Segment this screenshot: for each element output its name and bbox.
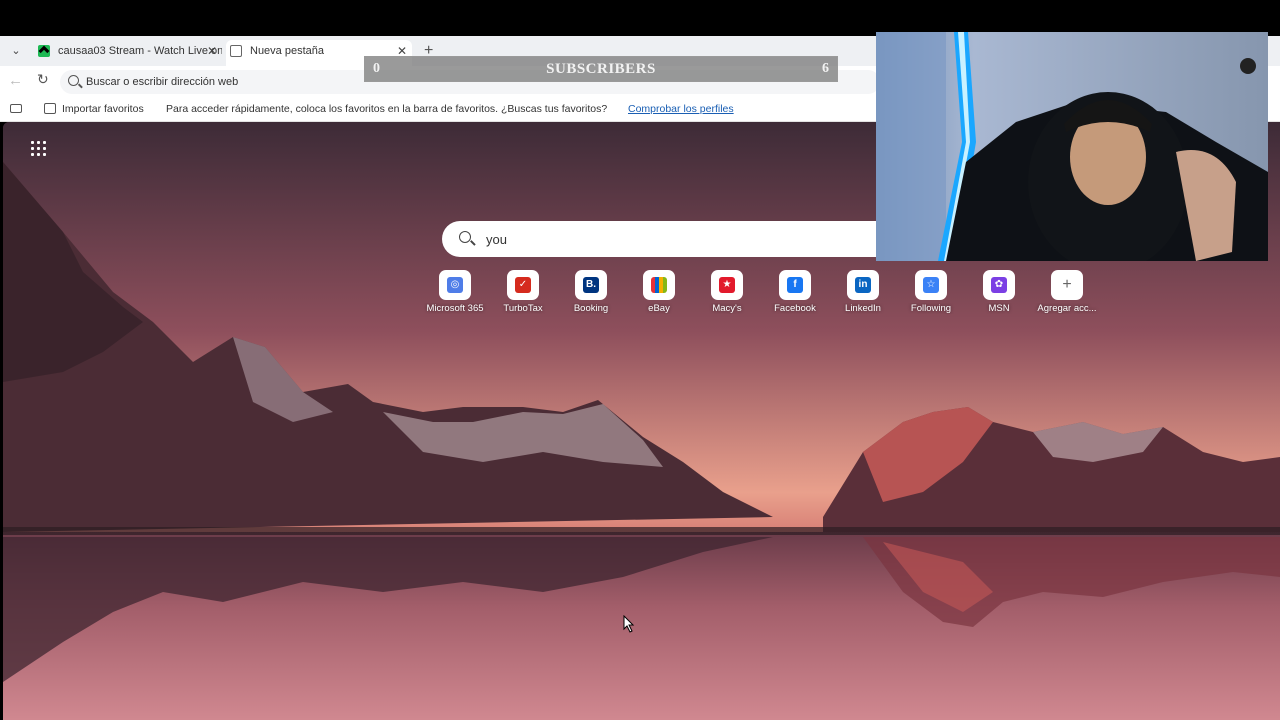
- shortcut-tile: B.: [575, 270, 607, 300]
- tab-stream[interactable]: causaa03 Stream - Watch Live on ✕: [34, 40, 222, 66]
- import-icon: [44, 103, 56, 114]
- web-search-input[interactable]: [486, 229, 866, 249]
- shortcut-tile: ✿: [983, 270, 1015, 300]
- msn-icon: ✿: [991, 277, 1007, 293]
- tab-close-icon[interactable]: ✕: [206, 40, 218, 62]
- favorites-hint-text: Para acceder rápidamente, coloca los fav…: [166, 103, 608, 115]
- shortcut-tile: f: [779, 270, 811, 300]
- shortcut-tile: ◎: [439, 270, 471, 300]
- import-favorites-button[interactable]: Importar favoritos: [44, 101, 144, 117]
- shortcut-macy-s[interactable]: ★ Macy's: [693, 270, 761, 320]
- microsoft-365-icon: ◎: [447, 277, 463, 293]
- shortcut-agregar-acc[interactable]: + Agregar acc...: [1033, 270, 1101, 320]
- shortcut-booking[interactable]: B. Booking: [557, 270, 625, 320]
- check-profiles-link[interactable]: Comprobar los perfiles: [628, 101, 734, 117]
- subscriber-title: SUBSCRIBERS: [546, 61, 656, 77]
- back-arrow-icon[interactable]: ←: [8, 72, 23, 89]
- shortcut-ebay[interactable]: eBay: [625, 270, 693, 320]
- web-search-box[interactable]: [442, 221, 902, 257]
- plus-icon: +: [1062, 276, 1072, 293]
- search-icon: [68, 75, 79, 86]
- ebay-icon: [651, 277, 667, 293]
- shortcut-tile: ☆: [915, 270, 947, 300]
- macys-icon: ★: [719, 277, 735, 293]
- shortcut-tile: [643, 270, 675, 300]
- sidebar-toggle-icon[interactable]: [10, 104, 22, 113]
- mouse-cursor-icon: [623, 615, 635, 633]
- subscriber-goal-count: 6: [822, 61, 829, 76]
- apps-grid-icon[interactable]: [31, 141, 47, 157]
- facebook-icon: f: [787, 277, 803, 293]
- shortcut-following[interactable]: ☆ Following: [897, 270, 965, 320]
- shortcut-linkedin[interactable]: in LinkedIn: [829, 270, 897, 320]
- tab-title: Nueva pestaña: [250, 45, 324, 57]
- shortcut-turbotax[interactable]: ✓ TurboTax: [489, 270, 557, 320]
- tab-title: causaa03 Stream - Watch Live on: [58, 45, 222, 57]
- shortcut-tile: +: [1051, 270, 1083, 300]
- tab-actions-chevron-icon[interactable]: ⌄: [8, 43, 24, 59]
- new-tab-favicon-icon: [230, 45, 242, 57]
- following-icon: ☆: [923, 277, 939, 293]
- shortcut-tile: ★: [711, 270, 743, 300]
- shortcut-label: Agregar acc...: [1037, 303, 1097, 314]
- screen: ⌄ causaa03 Stream - Watch Live on ✕ Nuev…: [0, 0, 1280, 720]
- import-favorites-label: Importar favoritos: [62, 103, 144, 115]
- subscriber-counter-overlay: 0 SUBSCRIBERS 6: [364, 56, 838, 82]
- webcam-feed-image: [876, 32, 1268, 261]
- shortcut-facebook[interactable]: f Facebook: [761, 270, 829, 320]
- linkedin-icon: in: [855, 277, 871, 293]
- shortcut-tile: in: [847, 270, 879, 300]
- shortcut-microsoft-365[interactable]: ◎ Microsoft 365: [421, 270, 489, 320]
- shortcut-msn[interactable]: ✿ MSN: [965, 270, 1033, 320]
- turbotax-icon: ✓: [515, 277, 531, 293]
- search-icon: [459, 231, 471, 243]
- reload-icon[interactable]: ↻: [37, 71, 49, 88]
- booking-icon: B.: [583, 277, 599, 293]
- kick-favicon-icon: [38, 45, 50, 57]
- webcam-overlay: [876, 32, 1268, 261]
- shortcut-tile: ✓: [507, 270, 539, 300]
